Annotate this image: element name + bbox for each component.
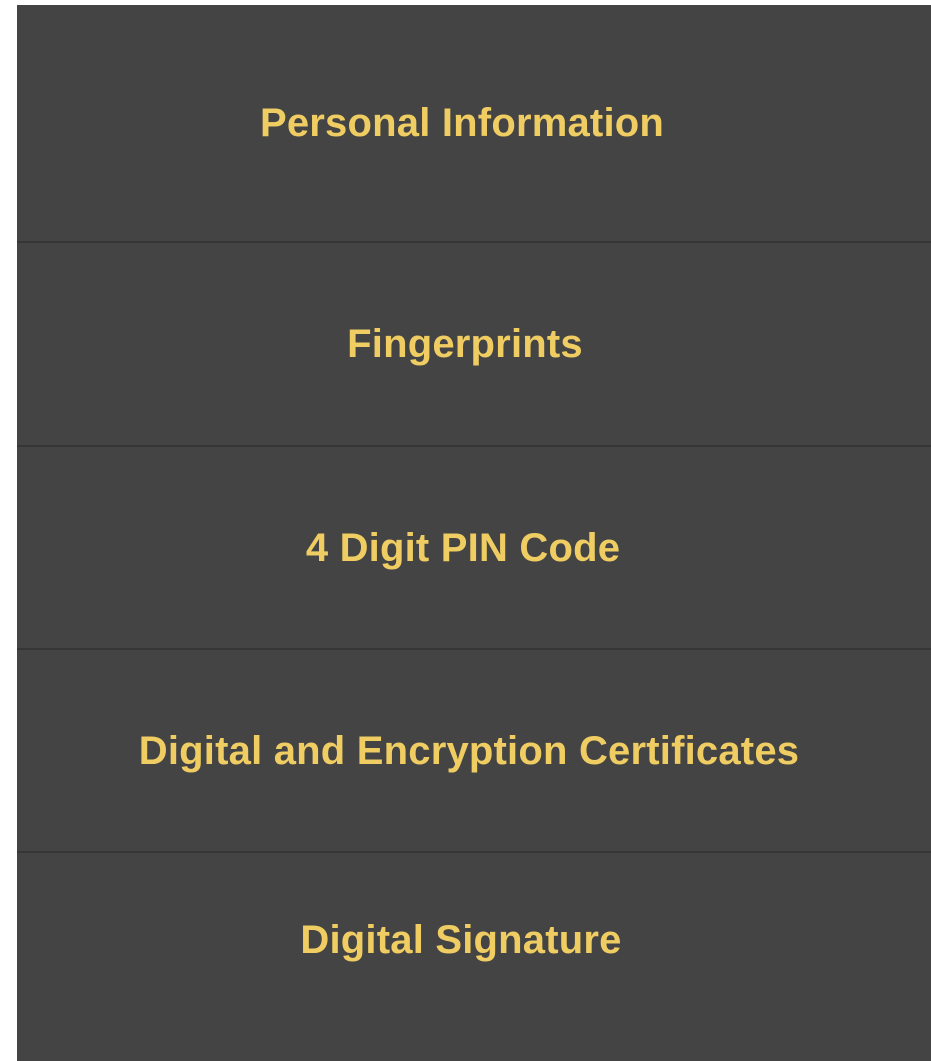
menu-item-personal-information[interactable]: Personal Information xyxy=(17,5,931,241)
menu-item-label: Fingerprints xyxy=(347,321,583,366)
menu-item-pin-code[interactable]: 4 Digit PIN Code xyxy=(17,447,931,649)
menu-item-label: Digital Signature xyxy=(300,918,622,962)
menu-item-digital-signature[interactable]: Digital Signature xyxy=(17,853,931,1028)
menu-item-label: 4 Digit PIN Code xyxy=(305,525,621,570)
credentials-menu: Personal Information Fingerprints 4 Digi… xyxy=(17,5,931,1061)
menu-item-label: Personal Information xyxy=(259,100,665,145)
menu-item-fingerprints[interactable]: Fingerprints xyxy=(17,243,931,445)
menu-item-label: Digital and Encryption Certificates xyxy=(138,728,800,773)
menu-item-digital-encryption-certificates[interactable]: Digital and Encryption Certificates xyxy=(17,650,931,852)
